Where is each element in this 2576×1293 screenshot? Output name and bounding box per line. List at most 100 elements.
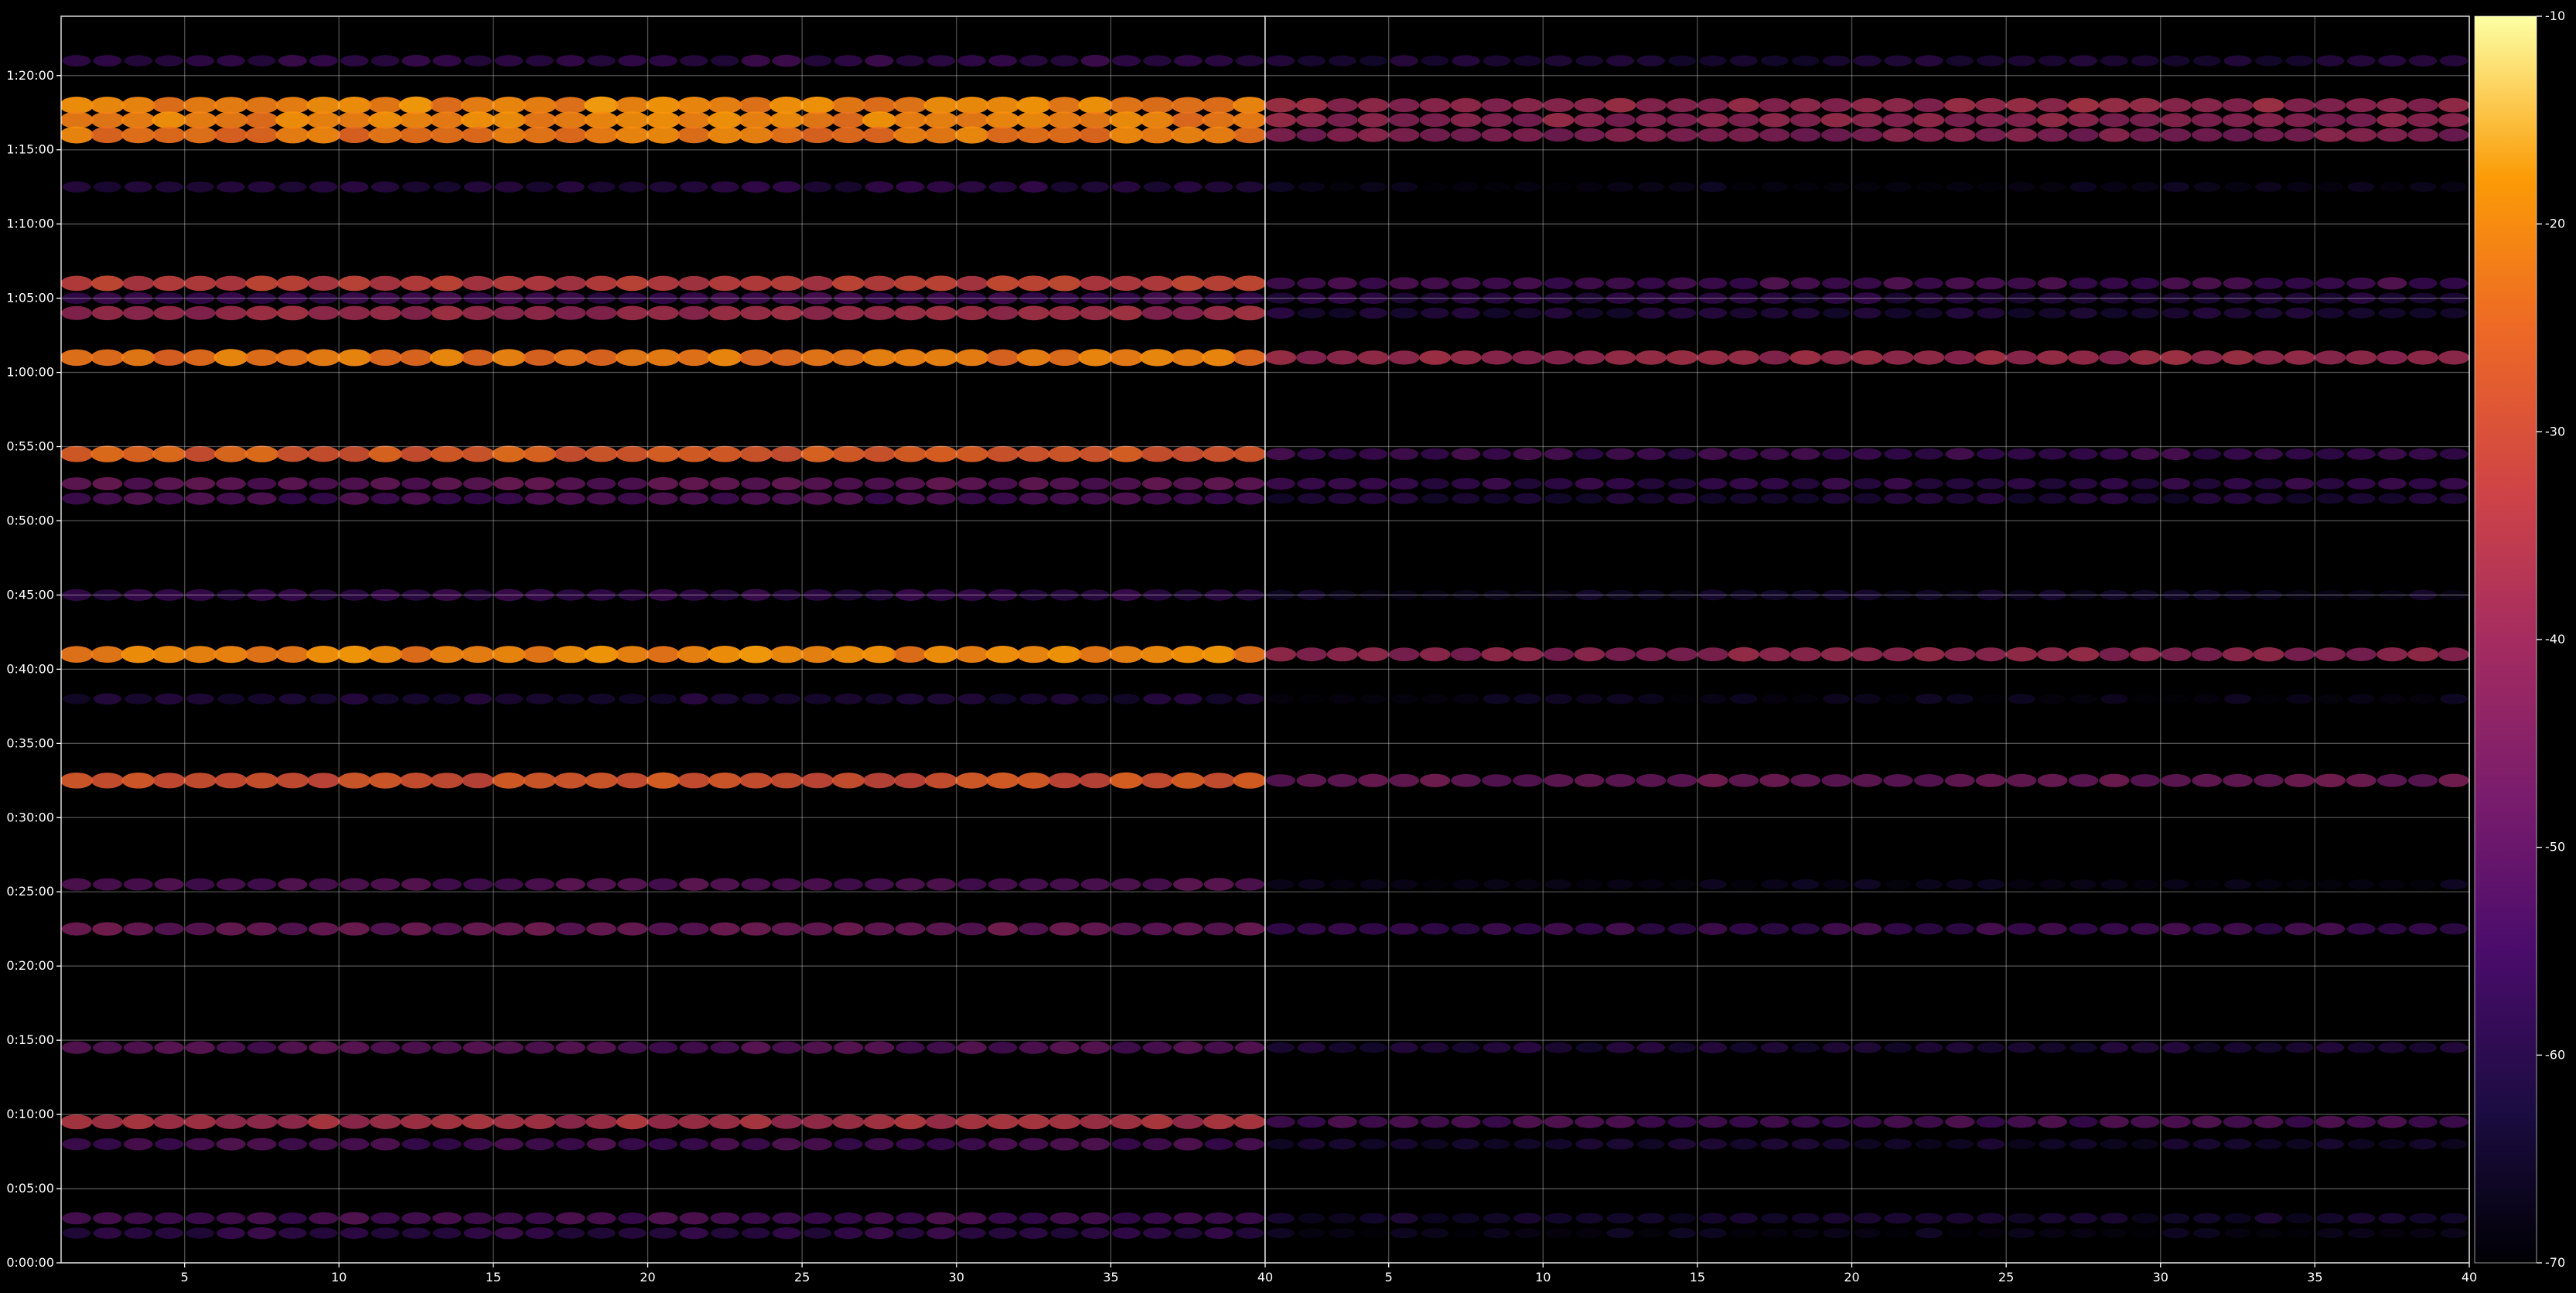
band-mark — [1916, 182, 1943, 192]
band-mark — [1360, 55, 1387, 67]
band-mark — [2255, 879, 2282, 889]
band-mark — [677, 126, 711, 144]
band-mark — [184, 1114, 217, 1130]
band-mark — [1482, 448, 1511, 460]
band-mark — [247, 1138, 277, 1151]
band-mark — [432, 55, 462, 67]
band-mark — [275, 126, 310, 144]
band-mark — [522, 97, 557, 114]
band-mark — [957, 493, 987, 505]
band-mark — [2222, 647, 2254, 662]
band-mark — [493, 1114, 525, 1130]
band-mark — [2161, 923, 2191, 936]
band-mark — [1419, 128, 1451, 142]
band-mark — [2130, 128, 2161, 142]
band-mark — [369, 275, 401, 291]
band-mark — [1171, 97, 1205, 114]
band-mark — [1575, 448, 1604, 460]
band-mark — [1482, 1228, 1510, 1239]
band-mark — [1544, 307, 1573, 319]
band-mark — [865, 1212, 894, 1225]
band-mark — [1390, 1228, 1418, 1239]
band-mark — [1915, 1139, 1943, 1149]
band-mark — [1296, 350, 1327, 365]
band-mark — [2315, 1115, 2346, 1128]
band-mark — [2284, 477, 2315, 490]
band-mark — [121, 646, 155, 664]
band-mark — [307, 1114, 339, 1130]
band-mark — [1636, 923, 1666, 935]
band-mark — [399, 111, 434, 129]
band-mark — [1481, 98, 1513, 112]
right-panel-background — [1265, 16, 2469, 1263]
band-mark — [1482, 308, 1511, 319]
band-mark — [2037, 1115, 2068, 1128]
band-mark — [1636, 1116, 1666, 1128]
band-mark — [923, 111, 958, 129]
band-mark — [1853, 1138, 1882, 1150]
band-mark — [892, 349, 927, 367]
band-mark — [2253, 97, 2284, 113]
band-mark — [803, 55, 832, 67]
band-mark — [1081, 1227, 1110, 1239]
band-mark — [2439, 1116, 2469, 1128]
band-mark — [524, 275, 556, 292]
band-mark — [244, 126, 279, 144]
band-mark — [1233, 445, 1265, 462]
band-mark — [462, 773, 494, 789]
band-mark — [1605, 1042, 1635, 1053]
band-mark — [862, 111, 897, 129]
band-mark — [1544, 774, 1574, 787]
band-mark — [1016, 96, 1051, 114]
band-mark — [802, 305, 834, 320]
band-mark — [2131, 277, 2160, 289]
band-mark — [988, 1042, 1018, 1054]
band-mark — [2100, 923, 2129, 935]
band-mark — [2253, 113, 2284, 128]
band-mark — [1699, 879, 1727, 890]
band-mark — [832, 305, 865, 321]
band-mark — [1360, 694, 1387, 704]
band-mark — [555, 1212, 585, 1225]
band-mark — [1975, 113, 2007, 128]
band-mark — [309, 878, 339, 891]
band-mark — [554, 275, 587, 291]
band-mark — [1575, 477, 1604, 490]
band-mark — [1854, 182, 1881, 192]
band-mark — [865, 54, 894, 67]
band-mark — [63, 694, 90, 704]
band-mark — [1852, 448, 1882, 460]
band-mark — [1421, 694, 1448, 704]
band-mark — [586, 1138, 616, 1151]
band-mark — [1390, 1042, 1418, 1053]
band-mark — [617, 922, 648, 936]
band-mark — [2347, 182, 2375, 193]
band-mark — [247, 477, 277, 490]
band-mark — [1884, 55, 1912, 67]
band-mark — [429, 349, 465, 367]
band-mark — [803, 492, 833, 505]
band-mark — [896, 1212, 925, 1224]
band-mark — [1142, 923, 1172, 936]
band-mark — [1606, 182, 1634, 193]
band-mark — [2098, 128, 2130, 142]
band-mark — [896, 492, 925, 505]
band-mark — [708, 349, 742, 367]
band-mark — [398, 96, 434, 114]
band-mark — [1729, 307, 1758, 319]
band-mark — [247, 1041, 277, 1054]
band-mark — [215, 275, 247, 291]
band-mark — [1513, 277, 1543, 290]
band-mark — [2253, 128, 2284, 142]
band-mark — [2192, 493, 2221, 504]
band-mark — [679, 1041, 709, 1054]
band-mark — [742, 1227, 770, 1239]
band-mark — [215, 1114, 247, 1129]
band-mark — [1298, 182, 1326, 193]
band-mark — [308, 922, 339, 936]
band-mark — [1110, 305, 1142, 321]
band-mark — [1421, 448, 1450, 460]
band-mark — [2161, 55, 2190, 67]
band-mark — [2379, 1228, 2406, 1238]
band-mark — [309, 1212, 339, 1225]
